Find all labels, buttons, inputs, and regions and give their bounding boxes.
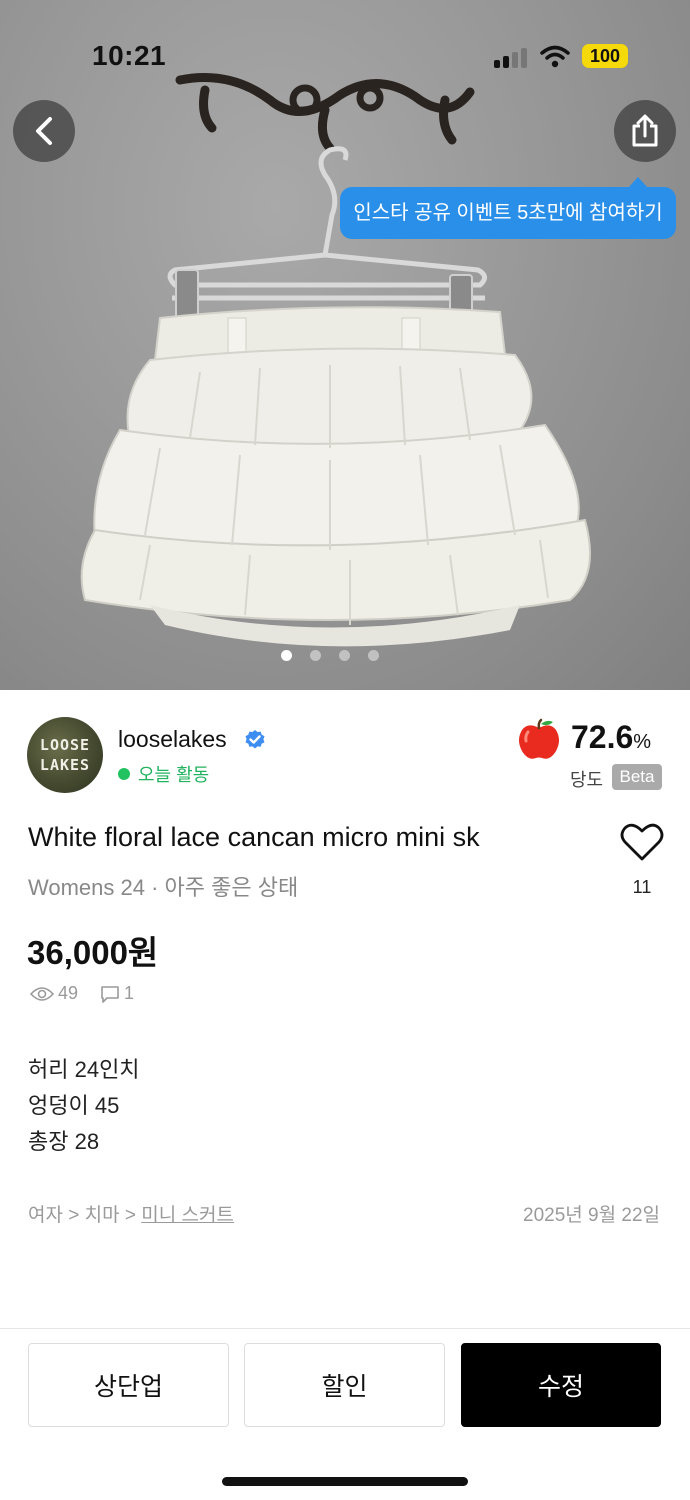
wifi-icon xyxy=(540,45,570,68)
back-button[interactable] xyxy=(13,100,75,162)
bump-button[interactable]: 상단업 xyxy=(28,1343,229,1427)
product-title: White floral lace cancan micro mini sk xyxy=(28,822,480,852)
verified-badge-icon xyxy=(245,730,265,749)
status-time: 10:21 xyxy=(92,40,167,71)
heart-icon[interactable] xyxy=(620,822,664,862)
description-line: 엉덩이 45 xyxy=(28,1093,120,1118)
share-icon xyxy=(632,114,658,147)
carousel-indicator xyxy=(0,650,690,661)
beta-badge: Beta xyxy=(612,764,662,790)
avatar-logo-text: LAKES xyxy=(39,756,91,774)
share-button[interactable] xyxy=(614,100,676,162)
seller-name[interactable]: looselakes xyxy=(118,726,227,753)
category-link[interactable]: 미니 스커트 xyxy=(141,1205,234,1226)
carousel-dot xyxy=(368,650,379,661)
comment-count: 1 xyxy=(124,983,135,1003)
chevron-left-icon xyxy=(36,117,52,145)
view-count: 49 xyxy=(58,983,79,1003)
cell-signal-icon xyxy=(494,46,528,68)
product-size-condition: Womens 24 · 아주 좋은 상태 xyxy=(28,875,299,900)
product-stats: 49 1 xyxy=(30,983,134,1004)
status-bar: 10:21 100 xyxy=(0,0,690,110)
posted-date: 2025년 9월 22일 xyxy=(523,1205,660,1226)
sweetness-score: 72.6% xyxy=(571,719,651,756)
category-breadcrumb: 여자 > 치마 > 미니 스커트 xyxy=(28,1200,234,1227)
sweetness-label: 당도 xyxy=(570,770,604,790)
product-photo-carousel[interactable]: 10:21 100 인스타 공유 이벤트 5초만에 참여하기 xyxy=(0,0,690,690)
comment-icon xyxy=(101,985,119,1003)
online-dot-icon xyxy=(118,768,130,780)
bottom-bar-divider xyxy=(0,1328,690,1329)
carousel-dot xyxy=(339,650,350,661)
description-line: 허리 24인치 xyxy=(28,1057,140,1082)
description-line: 총장 28 xyxy=(28,1129,100,1154)
seller-avatar[interactable]: LOOSE LAKES xyxy=(27,717,103,793)
home-indicator xyxy=(222,1477,468,1486)
apple-icon xyxy=(519,718,559,759)
discount-button[interactable]: 할인 xyxy=(244,1343,445,1427)
edit-button[interactable]: 수정 xyxy=(461,1343,661,1427)
avatar-logo-text: LOOSE xyxy=(39,736,91,754)
product-description: 허리 24인치 엉덩이 45 총장 28 xyxy=(28,1052,140,1160)
carousel-dot xyxy=(310,650,321,661)
eye-icon xyxy=(30,986,54,1001)
seller-activity-status: 오늘 활동 xyxy=(118,761,209,787)
battery-indicator: 100 xyxy=(582,44,628,68)
share-event-tooltip[interactable]: 인스타 공유 이벤트 5초만에 참여하기 xyxy=(340,177,676,239)
product-price: 36,000원 xyxy=(27,934,159,971)
like-count: 11 xyxy=(632,877,652,897)
activity-label: 오늘 활동 xyxy=(138,765,210,785)
sweetness-value: 72.6 xyxy=(571,719,634,755)
carousel-dot xyxy=(281,650,292,661)
sweetness-unit: % xyxy=(633,731,652,753)
category-path: 여자 > 치마 > xyxy=(28,1205,142,1226)
